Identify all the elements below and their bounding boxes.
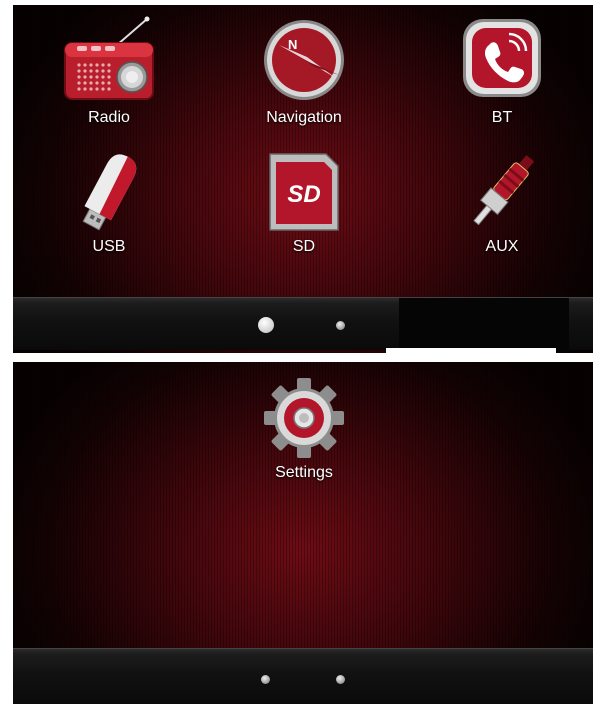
- sd-logo-text: SD: [287, 181, 320, 208]
- app-label-sd: SD: [292, 238, 316, 255]
- page-indicator-dot-2[interactable]: [336, 321, 345, 330]
- phone-icon: [463, 19, 541, 97]
- dock-dark-patch: [399, 298, 569, 353]
- app-settings[interactable]: Settings: [234, 376, 374, 482]
- dock-bar: [13, 648, 593, 704]
- app-label-navigation: Navigation: [266, 109, 342, 126]
- app-navigation[interactable]: N Navigation: [234, 15, 374, 127]
- page-indicator-dot-1[interactable]: [261, 675, 270, 684]
- sd-card-icon: SD: [269, 153, 339, 231]
- compass-north-label: N: [288, 37, 297, 52]
- compass-icon: N: [264, 20, 344, 100]
- usb-drive-icon: [82, 154, 137, 231]
- app-aux[interactable]: AUX: [432, 150, 572, 256]
- app-usb[interactable]: USB: [39, 150, 179, 256]
- page-indicator-dot-2[interactable]: [336, 675, 345, 684]
- dock-bar: [13, 297, 593, 353]
- app-label-usb: USB: [92, 238, 126, 255]
- gear-icon: [264, 378, 344, 458]
- app-label-aux: AUX: [485, 238, 519, 255]
- home-screen-page-1: Radio N Navigation BT USB SD SD AUX: [13, 5, 593, 353]
- app-sd[interactable]: SD SD: [234, 150, 374, 256]
- app-bt[interactable]: BT: [432, 15, 572, 127]
- radio-icon: [64, 16, 154, 100]
- app-label-settings: Settings: [275, 464, 333, 481]
- app-label-bt: BT: [491, 109, 513, 126]
- home-screen-page-2: Settings: [13, 362, 593, 704]
- screen-gap: [386, 348, 556, 358]
- app-label-radio: Radio: [88, 109, 130, 126]
- rca-plug-icon: [473, 155, 535, 226]
- page-indicator-dot-1[interactable]: [258, 317, 274, 333]
- app-radio[interactable]: Radio: [39, 15, 179, 127]
